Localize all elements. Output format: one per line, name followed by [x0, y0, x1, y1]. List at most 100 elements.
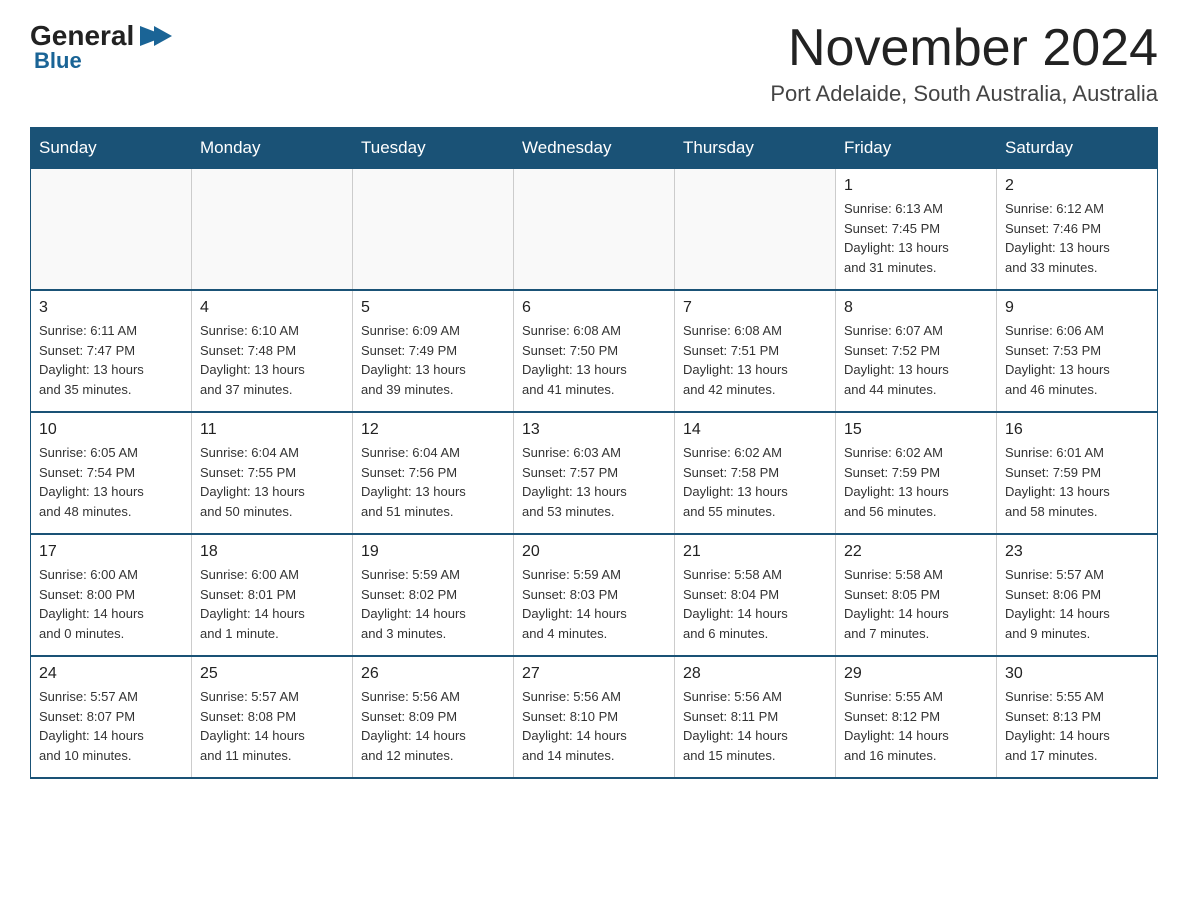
day-info: Sunrise: 6:04 AM Sunset: 7:56 PM Dayligh… [361, 443, 505, 521]
day-info: Sunrise: 6:05 AM Sunset: 7:54 PM Dayligh… [39, 443, 183, 521]
day-number: 18 [200, 543, 344, 561]
calendar-cell: 26 Sunrise: 5:56 AM Sunset: 8:09 PM Dayli… [353, 656, 514, 778]
logo: General Blue [30, 20, 172, 74]
calendar-cell: 30 Sunrise: 5:55 AM Sunset: 8:13 PM Dayli… [997, 656, 1158, 778]
day-info: Sunrise: 5:56 AM Sunset: 8:10 PM Dayligh… [522, 687, 666, 765]
calendar-cell [514, 169, 675, 291]
weekday-header-thursday: Thursday [675, 128, 836, 169]
calendar-row-1: 1 Sunrise: 6:13 AM Sunset: 7:45 PM Daylig… [31, 169, 1158, 291]
day-number: 27 [522, 665, 666, 683]
calendar-cell: 2 Sunrise: 6:12 AM Sunset: 7:46 PM Daylig… [997, 169, 1158, 291]
calendar-cell: 14 Sunrise: 6:02 AM Sunset: 7:58 PM Dayli… [675, 412, 836, 534]
calendar-cell [353, 169, 514, 291]
location-title: Port Adelaide, South Australia, Australi… [770, 81, 1158, 107]
calendar-cell: 22Sunrise: 5:58 AM Sunset: 8:05 PM Dayli… [836, 534, 997, 656]
day-number: 2 [1005, 177, 1149, 195]
day-info: Sunrise: 6:00 AM Sunset: 8:00 PM Dayligh… [39, 565, 183, 643]
weekday-header-sunday: Sunday [31, 128, 192, 169]
day-number: 12 [361, 421, 505, 439]
day-number: 26 [361, 665, 505, 683]
calendar-cell: 28Sunrise: 5:56 AM Sunset: 8:11 PM Dayli… [675, 656, 836, 778]
calendar-row-5: 24 Sunrise: 5:57 AM Sunset: 8:07 PM Dayli… [31, 656, 1158, 778]
weekday-header-friday: Friday [836, 128, 997, 169]
day-info: Sunrise: 5:57 AM Sunset: 8:07 PM Dayligh… [39, 687, 183, 765]
calendar-cell [675, 169, 836, 291]
day-info: Sunrise: 6:12 AM Sunset: 7:46 PM Dayligh… [1005, 199, 1149, 277]
calendar-cell: 16Sunrise: 6:01 AM Sunset: 7:59 PM Dayli… [997, 412, 1158, 534]
calendar-row-2: 3Sunrise: 6:11 AM Sunset: 7:47 PM Daylig… [31, 290, 1158, 412]
calendar-table: SundayMondayTuesdayWednesdayThursdayFrid… [30, 127, 1158, 779]
day-info: Sunrise: 6:02 AM Sunset: 7:59 PM Dayligh… [844, 443, 988, 521]
day-number: 10 [39, 421, 183, 439]
calendar-cell: 23 Sunrise: 5:57 AM Sunset: 8:06 PM Dayli… [997, 534, 1158, 656]
day-number: 7 [683, 299, 827, 317]
calendar-row-4: 17 Sunrise: 6:00 AM Sunset: 8:00 PM Dayli… [31, 534, 1158, 656]
calendar-cell: 8 Sunrise: 6:07 AM Sunset: 7:52 PM Daylig… [836, 290, 997, 412]
day-number: 15 [844, 421, 988, 439]
calendar-cell: 12 Sunrise: 6:04 AM Sunset: 7:56 PM Dayli… [353, 412, 514, 534]
weekday-header-monday: Monday [192, 128, 353, 169]
day-number: 23 [1005, 543, 1149, 561]
day-number: 14 [683, 421, 827, 439]
day-number: 20 [522, 543, 666, 561]
day-info: Sunrise: 5:59 AM Sunset: 8:03 PM Dayligh… [522, 565, 666, 643]
title-area: November 2024 Port Adelaide, South Austr… [770, 20, 1158, 107]
calendar-cell: 21Sunrise: 5:58 AM Sunset: 8:04 PM Dayli… [675, 534, 836, 656]
day-number: 6 [522, 299, 666, 317]
calendar-cell: 19 Sunrise: 5:59 AM Sunset: 8:02 PM Dayli… [353, 534, 514, 656]
day-number: 1 [844, 177, 988, 195]
day-info: Sunrise: 6:08 AM Sunset: 7:50 PM Dayligh… [522, 321, 666, 399]
day-number: 24 [39, 665, 183, 683]
calendar-cell: 9 Sunrise: 6:06 AM Sunset: 7:53 PM Daylig… [997, 290, 1158, 412]
day-info: Sunrise: 5:55 AM Sunset: 8:12 PM Dayligh… [844, 687, 988, 765]
day-number: 19 [361, 543, 505, 561]
day-info: Sunrise: 5:59 AM Sunset: 8:02 PM Dayligh… [361, 565, 505, 643]
calendar-cell: 10 Sunrise: 6:05 AM Sunset: 7:54 PM Dayli… [31, 412, 192, 534]
calendar-cell [192, 169, 353, 291]
logo-arrow-icon [136, 22, 172, 50]
day-info: Sunrise: 6:04 AM Sunset: 7:55 PM Dayligh… [200, 443, 344, 521]
day-info: Sunrise: 5:55 AM Sunset: 8:13 PM Dayligh… [1005, 687, 1149, 765]
day-info: Sunrise: 6:13 AM Sunset: 7:45 PM Dayligh… [844, 199, 988, 277]
day-info: Sunrise: 6:10 AM Sunset: 7:48 PM Dayligh… [200, 321, 344, 399]
day-number: 5 [361, 299, 505, 317]
month-title: November 2024 [770, 20, 1158, 77]
day-number: 3 [39, 299, 183, 317]
calendar-cell: 13Sunrise: 6:03 AM Sunset: 7:57 PM Dayli… [514, 412, 675, 534]
day-info: Sunrise: 6:06 AM Sunset: 7:53 PM Dayligh… [1005, 321, 1149, 399]
day-number: 11 [200, 421, 344, 439]
calendar-cell [31, 169, 192, 291]
calendar-cell: 11 Sunrise: 6:04 AM Sunset: 7:55 PM Dayli… [192, 412, 353, 534]
day-info: Sunrise: 5:58 AM Sunset: 8:04 PM Dayligh… [683, 565, 827, 643]
calendar-cell: 5 Sunrise: 6:09 AM Sunset: 7:49 PM Daylig… [353, 290, 514, 412]
day-number: 9 [1005, 299, 1149, 317]
day-info: Sunrise: 5:58 AM Sunset: 8:05 PM Dayligh… [844, 565, 988, 643]
day-number: 25 [200, 665, 344, 683]
calendar-cell: 6 Sunrise: 6:08 AM Sunset: 7:50 PM Daylig… [514, 290, 675, 412]
day-number: 29 [844, 665, 988, 683]
weekday-header-row: SundayMondayTuesdayWednesdayThursdayFrid… [31, 128, 1158, 169]
day-info: Sunrise: 6:03 AM Sunset: 7:57 PM Dayligh… [522, 443, 666, 521]
calendar-cell: 18 Sunrise: 6:00 AM Sunset: 8:01 PM Dayli… [192, 534, 353, 656]
day-number: 28 [683, 665, 827, 683]
calendar-cell: 25Sunrise: 5:57 AM Sunset: 8:08 PM Dayli… [192, 656, 353, 778]
calendar-cell: 27 Sunrise: 5:56 AM Sunset: 8:10 PM Dayli… [514, 656, 675, 778]
day-info: Sunrise: 6:07 AM Sunset: 7:52 PM Dayligh… [844, 321, 988, 399]
day-info: Sunrise: 6:08 AM Sunset: 7:51 PM Dayligh… [683, 321, 827, 399]
calendar-cell: 1 Sunrise: 6:13 AM Sunset: 7:45 PM Daylig… [836, 169, 997, 291]
calendar-cell: 24 Sunrise: 5:57 AM Sunset: 8:07 PM Dayli… [31, 656, 192, 778]
day-number: 17 [39, 543, 183, 561]
calendar-cell: 4 Sunrise: 6:10 AM Sunset: 7:48 PM Daylig… [192, 290, 353, 412]
weekday-header-wednesday: Wednesday [514, 128, 675, 169]
day-number: 8 [844, 299, 988, 317]
day-info: Sunrise: 6:02 AM Sunset: 7:58 PM Dayligh… [683, 443, 827, 521]
day-number: 4 [200, 299, 344, 317]
day-info: Sunrise: 6:01 AM Sunset: 7:59 PM Dayligh… [1005, 443, 1149, 521]
day-info: Sunrise: 5:57 AM Sunset: 8:06 PM Dayligh… [1005, 565, 1149, 643]
calendar-row-3: 10 Sunrise: 6:05 AM Sunset: 7:54 PM Dayli… [31, 412, 1158, 534]
day-info: Sunrise: 6:09 AM Sunset: 7:49 PM Dayligh… [361, 321, 505, 399]
day-info: Sunrise: 6:00 AM Sunset: 8:01 PM Dayligh… [200, 565, 344, 643]
calendar-cell: 20 Sunrise: 5:59 AM Sunset: 8:03 PM Dayli… [514, 534, 675, 656]
day-info: Sunrise: 5:56 AM Sunset: 8:09 PM Dayligh… [361, 687, 505, 765]
day-number: 30 [1005, 665, 1149, 683]
